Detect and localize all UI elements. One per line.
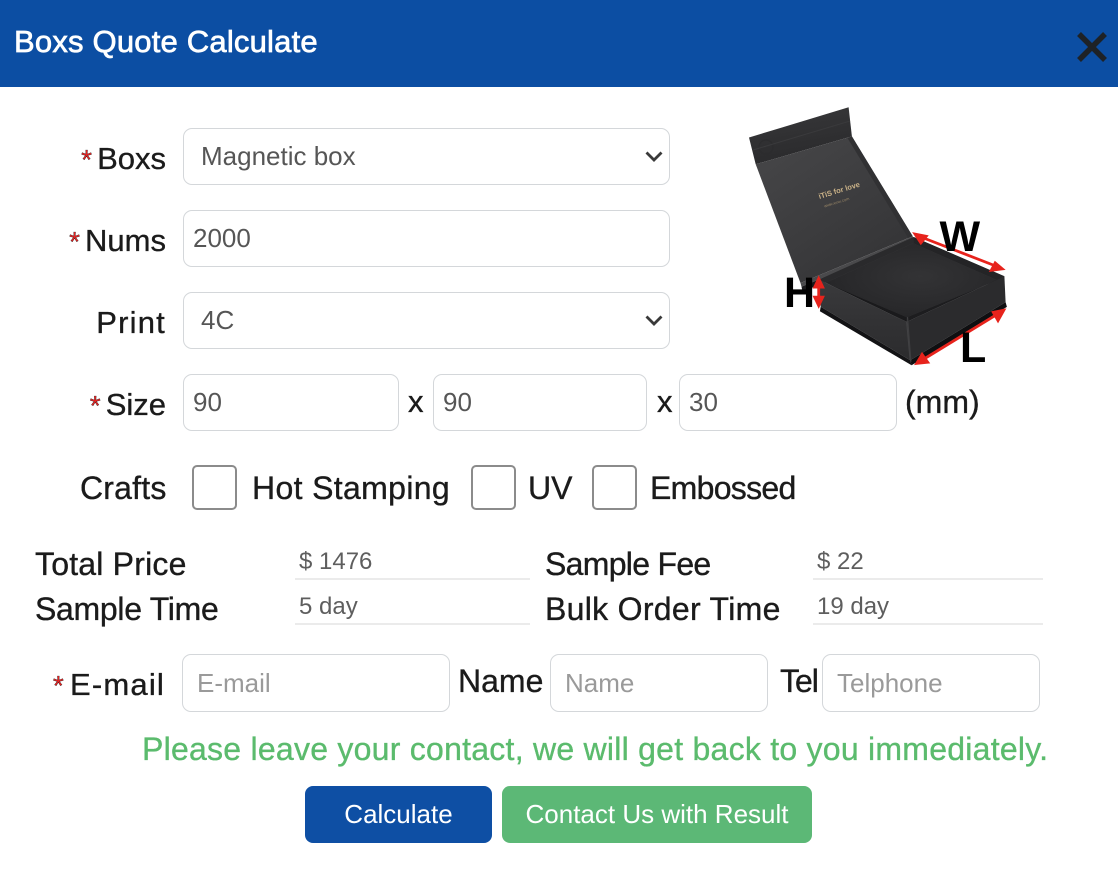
svg-text:H: H	[784, 269, 815, 317]
svg-text:L: L	[960, 324, 986, 372]
svg-text:W: W	[940, 213, 981, 261]
